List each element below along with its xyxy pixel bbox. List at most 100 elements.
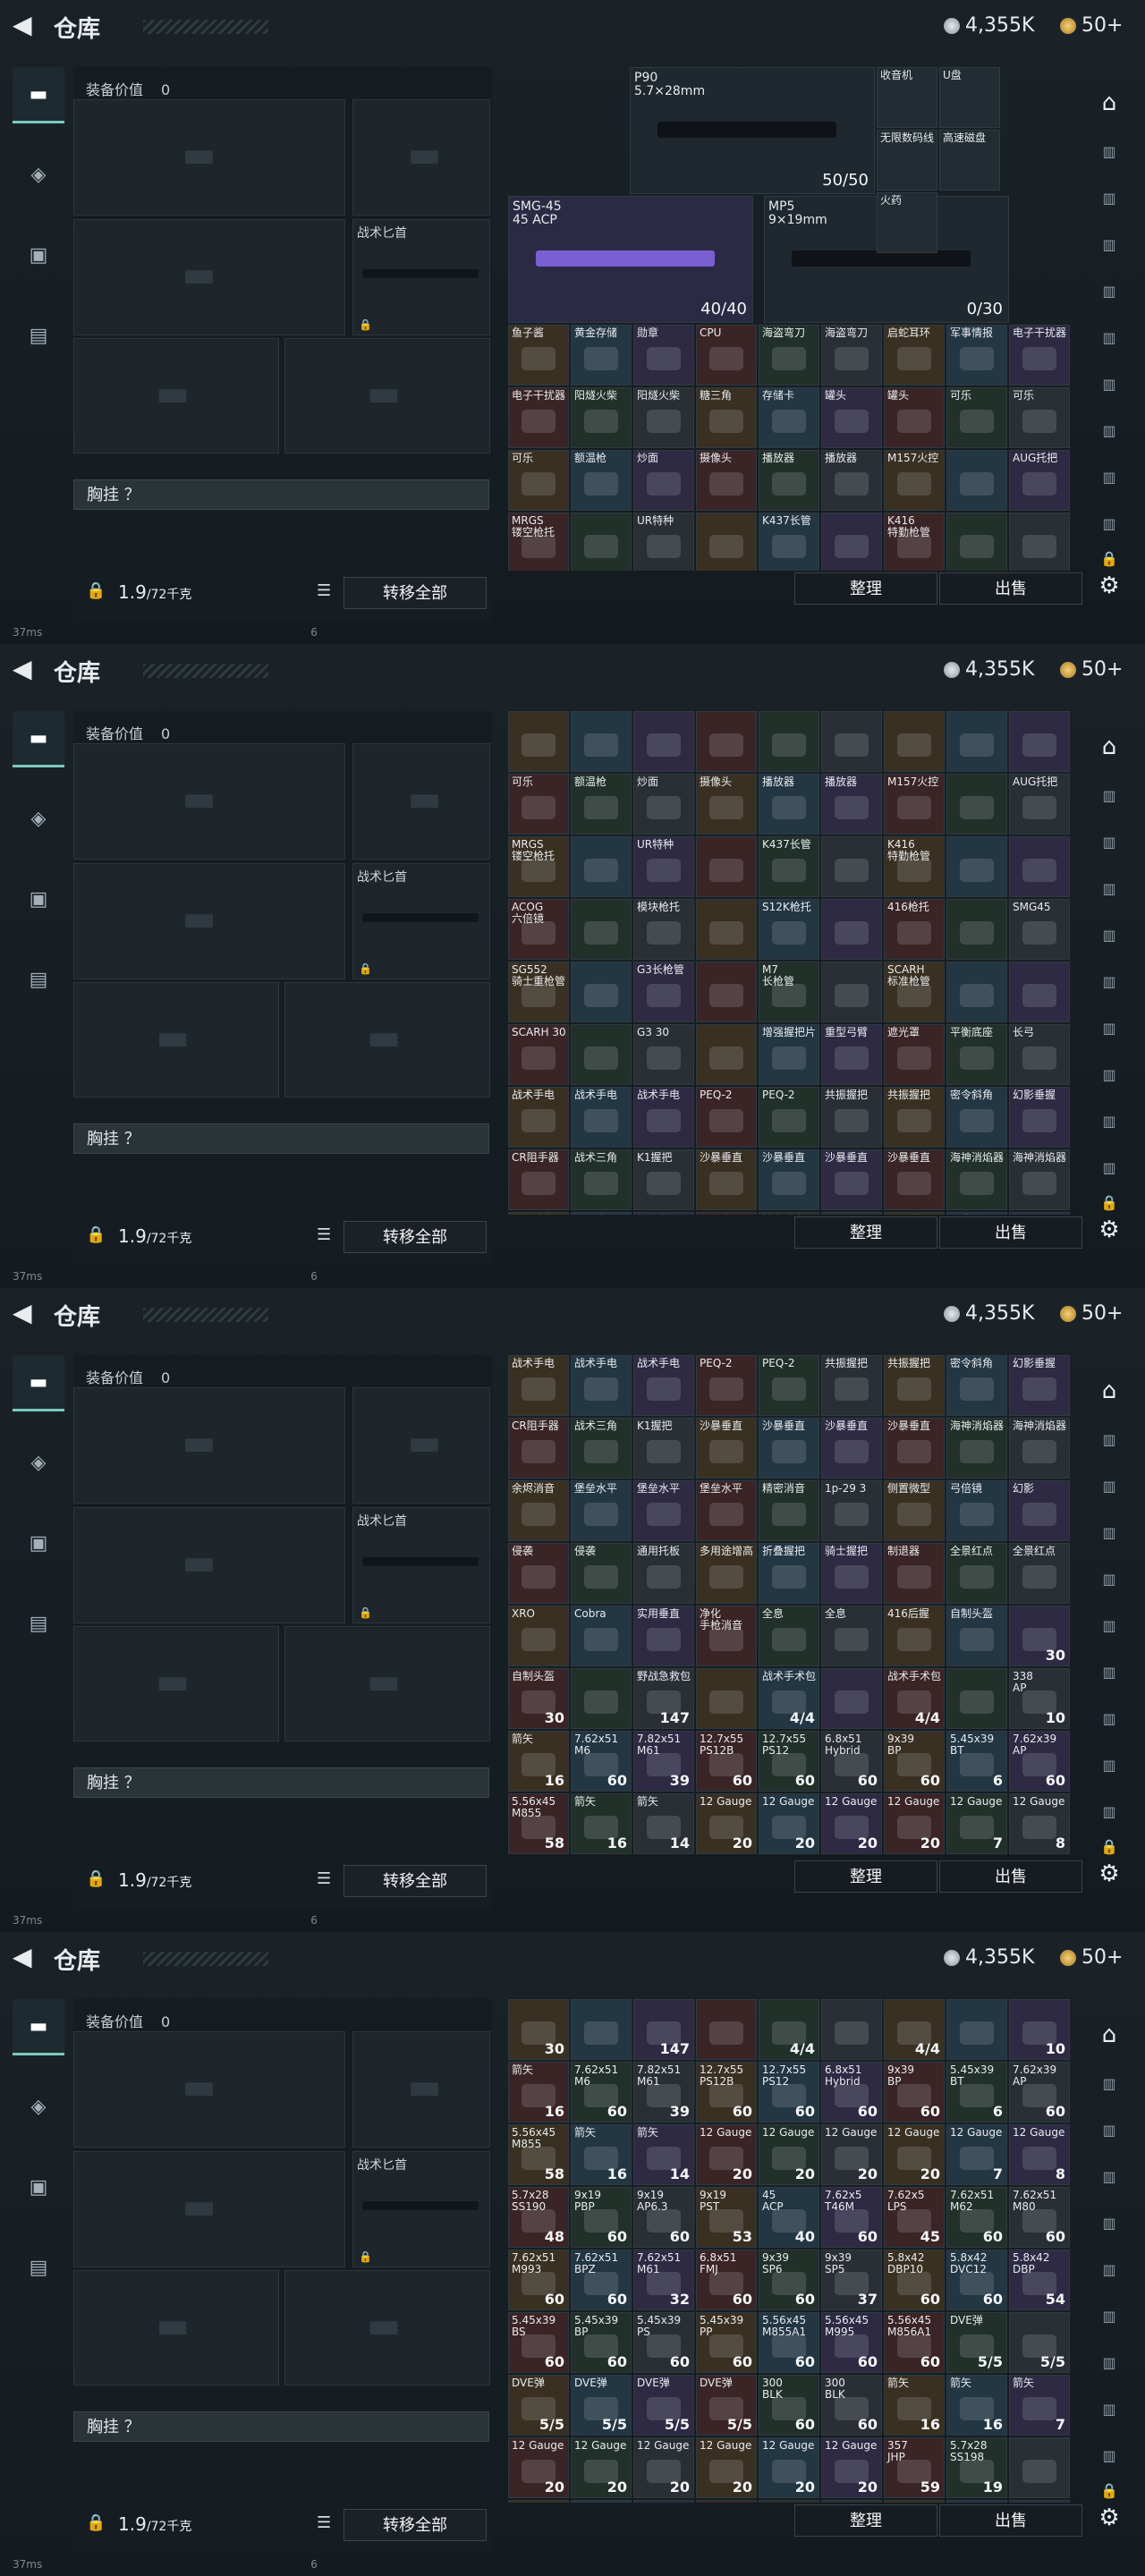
item-cell[interactable]: 5.45x39 BT 6	[946, 2062, 1007, 2123]
item-cell[interactable]: 5.7x28 SS190 48	[508, 2187, 569, 2248]
item-cell[interactable]: 12.7x55 PS12 60	[759, 2062, 819, 2123]
armor-slot[interactable]: ▬	[284, 2270, 490, 2385]
category-filter-icon[interactable]: ▥	[1090, 1431, 1129, 1462]
item-cell[interactable]: 共振握把	[884, 1355, 945, 1416]
item-cell[interactable]: 密令斜角	[946, 1355, 1007, 1416]
item-cell[interactable]: 12 Gauge 20	[759, 2124, 819, 2185]
item-cell[interactable]: 10	[1009, 1999, 1070, 2060]
item-cell[interactable]	[821, 1999, 882, 2060]
item-cell[interactable]: 箭矢 16	[508, 1731, 569, 1792]
item-cell[interactable]	[821, 513, 882, 571]
item-cell[interactable]: 12 Gauge 20	[821, 2437, 882, 2498]
item-cell[interactable]: 5.56x45 M855 58	[508, 1793, 569, 1854]
item-cell[interactable]	[696, 1024, 757, 1085]
pistol-slot[interactable]: ▬	[352, 1387, 490, 1504]
item-cell[interactable]: M157火控	[884, 774, 945, 835]
item-cell[interactable]: 12 Gauge 20	[821, 1793, 882, 1854]
item-cell[interactable]: 启蛇耳环	[884, 325, 945, 386]
item-cell[interactable]: 罐头	[884, 387, 945, 448]
item-cell[interactable]: 可乐	[508, 450, 569, 511]
item-cell[interactable]: 密令斜角	[946, 1087, 1007, 1148]
list-icon[interactable]: ☰	[317, 2513, 331, 2532]
item-cell[interactable]: 9x19 PST 53	[696, 2187, 757, 2248]
item-cell[interactable]: 338 AP 10	[1009, 1668, 1070, 1729]
backpack-icon[interactable]: ▣	[13, 872, 64, 926]
storage-icon[interactable]: ⌂	[1091, 2017, 1127, 2053]
helmet-slot[interactable]: ▬	[73, 982, 279, 1097]
transfer-all-button[interactable]: 转移全部	[344, 1865, 487, 1897]
item-cell[interactable]	[946, 1999, 1007, 2060]
item-cell[interactable]: 7.62x51 BPZ 60	[571, 2250, 632, 2310]
item-cell[interactable]: 堡垒水平	[696, 1480, 757, 1541]
category-filter-icon[interactable]: ▥	[1090, 2401, 1129, 2431]
storage-icon[interactable]: ⌂	[1091, 85, 1127, 121]
item-cell[interactable]	[696, 836, 757, 897]
category-filter-icon[interactable]: ▥	[1090, 422, 1129, 453]
item-cell[interactable]: 12 Gauge 20	[696, 2124, 757, 2185]
item-cell[interactable]: 全景红点	[1009, 1543, 1070, 1604]
item-cell[interactable]	[821, 899, 882, 960]
item-cell[interactable]: PEQ-2	[759, 1355, 819, 1416]
item-cell[interactable]	[571, 1668, 632, 1729]
category-filter-icon[interactable]: ▥	[1090, 787, 1129, 818]
item-cell[interactable]	[633, 711, 694, 772]
item-cell[interactable]: 侵袭	[571, 1543, 632, 1604]
item-cell[interactable]: 5.45x39 BS 60	[508, 2312, 569, 2373]
item-cell[interactable]: 12 Gauge 8	[1009, 2124, 1070, 2185]
item-cell[interactable]: 9x19	[946, 2500, 1007, 2503]
item-cell[interactable]: 12 Gauge 20	[759, 1793, 819, 1854]
item-cell[interactable]	[571, 899, 632, 960]
transfer-all-button[interactable]: 转移全部	[344, 1221, 487, 1253]
item-cell[interactable]: 箭矢 16	[946, 2375, 1007, 2436]
item-cell[interactable]	[946, 962, 1007, 1022]
item-cell[interactable]: 额温枪	[571, 774, 632, 835]
item-cell[interactable]: 骑士握把	[821, 1543, 882, 1604]
item-cell[interactable]: 堡垒水平	[571, 1480, 632, 1541]
item-cell[interactable]	[571, 711, 632, 772]
armor-slot[interactable]: ▬	[284, 338, 490, 453]
item-cell[interactable]: 12 Gauge 7	[946, 1793, 1007, 1854]
item-cell[interactable]	[696, 1668, 757, 1729]
sell-button[interactable]: 出售	[939, 1216, 1082, 1249]
category-filter-icon[interactable]: ▥	[1090, 1803, 1129, 1834]
item-cell[interactable]: 全息	[759, 1606, 819, 1666]
category-filter-icon[interactable]: ▥	[1090, 2122, 1129, 2152]
category-filter-icon[interactable]: ▥	[1090, 1066, 1129, 1097]
knife-slot[interactable]: 战术匕首 🔒	[352, 219, 490, 335]
item-cell[interactable]: 堡垒水平	[571, 1212, 632, 1215]
item-cell[interactable]	[571, 1999, 632, 2060]
category-filter-icon[interactable]: ▥	[1090, 1478, 1129, 1508]
item-cell[interactable]: CR阻手器	[508, 1418, 569, 1479]
item-cell[interactable]: 摄像头	[696, 774, 757, 835]
pistol-slot[interactable]: ▬	[352, 743, 490, 860]
item-cell[interactable]	[821, 836, 882, 897]
item-cell[interactable]: 12 Gauge 20	[759, 2437, 819, 2498]
item-cell[interactable]: 战术手电	[571, 1087, 632, 1148]
primary-weapon-slot[interactable]: ▬	[73, 2031, 345, 2148]
back-arrow-icon[interactable]: ◀	[13, 657, 32, 682]
item-cell[interactable]: 9x19	[821, 2500, 882, 2503]
item-cell[interactable]: 300 BLK 60	[821, 2375, 882, 2436]
item-cell[interactable]: 5.45x39 BP 60	[571, 2312, 632, 2373]
item-cell[interactable]: 12 Gauge 20	[884, 1793, 945, 1854]
item-cell[interactable]: 7.62x51 M6 60	[571, 1731, 632, 1792]
item-cell[interactable]: G3 30	[633, 1024, 694, 1085]
item-cell[interactable]: 实用垂直	[633, 1606, 694, 1666]
item-cell[interactable]: 7.62x5 LPS 45	[884, 2187, 945, 2248]
back-arrow-icon[interactable]: ◀	[13, 1301, 32, 1326]
item-cell[interactable]: 共振握把	[821, 1355, 882, 1416]
category-filter-icon[interactable]: ▥	[1090, 2075, 1129, 2106]
item-cell[interactable]: S12K枪托	[759, 899, 819, 960]
item-cell[interactable]: 可乐	[946, 387, 1007, 448]
item-cell[interactable]: 12.7x55 PS12B 60	[696, 2062, 757, 2123]
item-cell[interactable]: 5.7x28	[633, 2500, 694, 2503]
item-cell[interactable]: PEQ-2	[696, 1087, 757, 1148]
item-cell[interactable]: 30	[508, 1999, 569, 2060]
sell-button[interactable]: 出售	[939, 2504, 1082, 2537]
item-cell[interactable]: K416 特勤枪管	[884, 513, 945, 571]
item-cell[interactable]: 12 Gauge 20	[633, 2437, 694, 2498]
item-cell[interactable]: K1握把	[633, 1418, 694, 1479]
item-cell[interactable]: 多用途增高	[696, 1543, 757, 1604]
item-cell[interactable]: 9x19	[1009, 2500, 1070, 2503]
item-cell[interactable]: 罐头	[821, 387, 882, 448]
